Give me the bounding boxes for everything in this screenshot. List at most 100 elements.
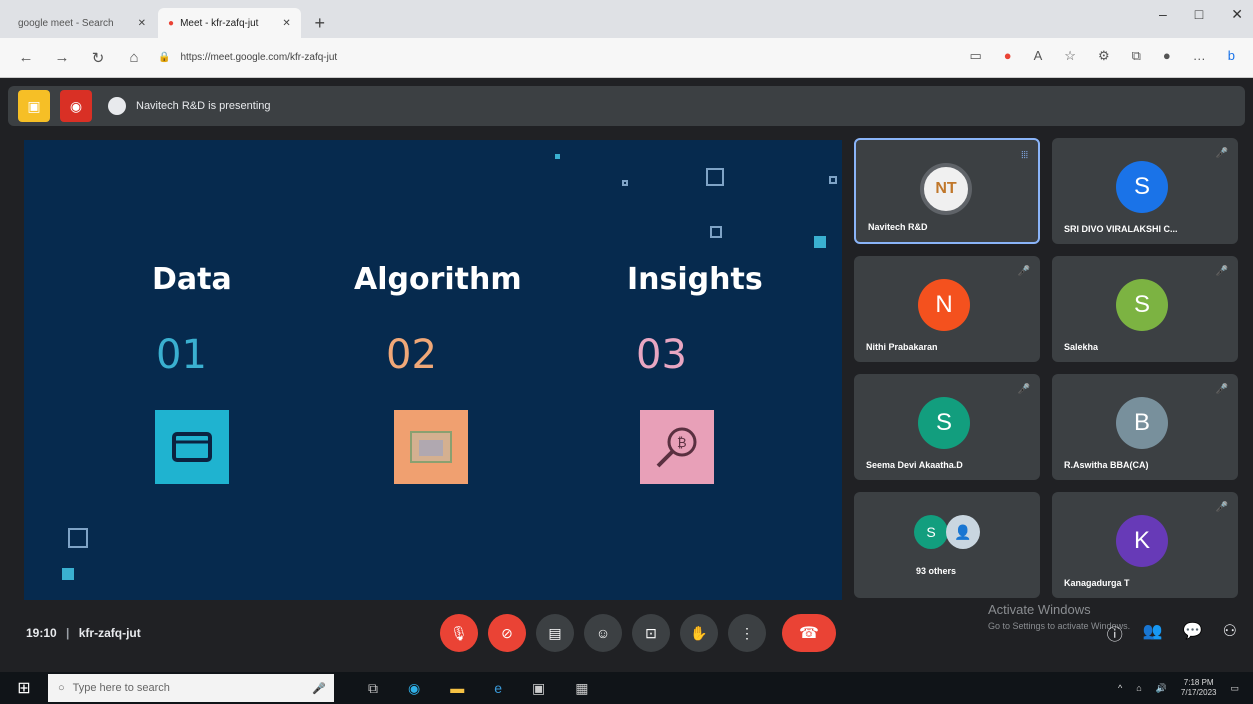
record-icon[interactable]: ● <box>1004 48 1012 64</box>
mic-off-icon: 🎤 <box>1215 266 1228 277</box>
decoration-square <box>68 528 88 548</box>
mic-off-icon: 🎤 <box>1215 502 1228 513</box>
edge-browser-icon[interactable]: ◉ <box>408 680 420 697</box>
close-icon[interactable]: ✕ <box>138 18 146 29</box>
participant-name: Seema Devi Akaatha.D <box>866 460 963 470</box>
stop-presenting-icon[interactable]: ▣ <box>18 90 50 122</box>
participant-tile[interactable]: NT ⦙⦙⦙ Navitech R&D <box>854 138 1040 244</box>
captions-button[interactable]: ▤ <box>536 614 574 652</box>
end-call-button[interactable]: ☎ <box>782 614 836 652</box>
decoration-square <box>622 180 628 186</box>
more-options-button[interactable]: ⋮ <box>728 614 766 652</box>
volume-icon[interactable]: 🔊 <box>1156 683 1167 694</box>
avatar: S <box>918 397 970 449</box>
favorite-icon[interactable]: ☆ <box>1064 48 1076 64</box>
camera-icon[interactable]: ▭ <box>969 48 981 64</box>
participant-tile[interactable]: N 🎤 Nithi Prabakaran <box>854 256 1040 362</box>
participant-name: Navitech R&D <box>868 222 928 232</box>
maximize-icon[interactable]: □ <box>1195 6 1203 23</box>
app-icon[interactable]: ▦ <box>575 680 588 697</box>
participant-tile[interactable]: S 🎤 Seema Devi Akaatha.D <box>854 374 1040 480</box>
participant-name: SRI DIVO VIRALAKSHI C... <box>1064 224 1178 234</box>
mic-off-button[interactable]: 🎙 <box>440 614 478 652</box>
participant-tile[interactable]: S 🎤 SRI DIVO VIRALAKSHI C... <box>1052 138 1238 244</box>
slide-heading-algorithm: Algorithm <box>354 262 522 297</box>
app-icon[interactable]: ▣ <box>532 680 545 697</box>
camera-off-button[interactable]: ⊘ <box>488 614 526 652</box>
windows-start-icon[interactable]: ⊞ <box>0 678 48 698</box>
shared-slide: Data Algorithm Insights 01 02 03 ₿ <box>24 140 842 600</box>
meeting-code: kfr-zafq-jut <box>78 626 141 640</box>
chat-icon[interactable]: 💬 <box>1183 621 1203 645</box>
meeting-time: 19:10 <box>26 626 57 640</box>
clock-date: 7/17/2023 <box>1180 688 1217 697</box>
speaking-indicator-icon: ⦙⦙⦙ <box>1021 150 1028 161</box>
avatar: N <box>918 279 970 331</box>
window-icon <box>155 410 229 484</box>
avatar: S <box>914 515 948 549</box>
collections-icon[interactable]: ⧉ <box>1132 48 1141 64</box>
presenter-avatar <box>108 97 126 115</box>
url-field[interactable]: https://meet.google.com/kfr-zafq-jut <box>180 52 337 63</box>
notifications-icon[interactable]: ▭ <box>1230 683 1239 694</box>
file-explorer-icon[interactable]: ▬ <box>450 680 464 697</box>
mic-off-icon: 🎤 <box>1017 384 1030 395</box>
participant-name: Kanagadurga T <box>1064 578 1130 588</box>
browser-tab-meet[interactable]: ● Meet - kfr-zafq-jut ✕ <box>158 8 301 38</box>
tray-expand-icon[interactable]: ^ <box>1118 683 1122 693</box>
network-icon[interactable]: ⌂ <box>1136 683 1141 693</box>
browser-toolbar-icons: ▭ ● A ☆ ⚙ ⧉ ● … b <box>969 48 1235 64</box>
participant-name: Nithi Prabakaran <box>866 342 938 352</box>
tab-title: google meet - Search <box>18 17 114 29</box>
refresh-icon[interactable]: ↻ <box>86 49 110 67</box>
decoration-square <box>706 168 724 186</box>
presenting-label: Navitech R&D is presenting <box>136 100 271 112</box>
windows-taskbar: ⊞ ○ Type here to search 🎤 ⧉ ◉ ▬ e ▣ ▦ ^ … <box>0 672 1253 704</box>
minimize-icon[interactable]: – <box>1159 6 1167 23</box>
participant-tile[interactable]: S 🎤 Salekha <box>1052 256 1238 362</box>
window-controls: – □ ✕ <box>1159 6 1243 23</box>
home-icon[interactable]: ⌂ <box>122 49 146 66</box>
meeting-controls-bar: 19:10 | kfr-zafq-jut 🎙 ⊘ ▤ ☺ ⊡ ✋ ⋮ ☎ ⓘ 👥… <box>8 610 1253 656</box>
info-icon[interactable]: ⓘ <box>1107 621 1123 645</box>
lock-icon: 🔒 <box>158 52 171 63</box>
forward-icon[interactable]: → <box>50 49 74 66</box>
mic-off-icon: 🎤 <box>1215 384 1228 395</box>
new-tab-button[interactable]: + <box>309 12 331 34</box>
search-placeholder: Type here to search <box>72 682 170 694</box>
participant-tile[interactable]: B 🎤 R.Aswitha BBA(CA) <box>1052 374 1238 480</box>
extensions-icon[interactable]: ⚙ <box>1098 48 1110 64</box>
activities-icon[interactable]: ⚇ <box>1223 621 1237 645</box>
back-icon[interactable]: ← <box>14 49 38 66</box>
record-button[interactable]: ◉ <box>60 90 92 122</box>
read-aloud-icon[interactable]: A <box>1034 48 1043 64</box>
profile-icon[interactable]: ● <box>1163 48 1171 64</box>
decoration-square <box>62 568 74 580</box>
people-icon[interactable]: 👥 <box>1143 621 1163 645</box>
avatar: B <box>1116 397 1168 449</box>
participant-tile[interactable]: K 🎤 Kanagadurga T <box>1052 492 1238 598</box>
search-icon: ○ <box>58 682 65 694</box>
more-icon[interactable]: … <box>1193 48 1206 64</box>
svg-text:₿: ₿ <box>677 436 687 451</box>
others-tile[interactable]: S 👤 93 others <box>854 492 1040 598</box>
emoji-icon[interactable]: ☺ <box>584 614 622 652</box>
mic-off-icon: 🎤 <box>1017 266 1030 277</box>
decoration-square <box>710 226 722 238</box>
avatar: K <box>1116 515 1168 567</box>
present-screen-button[interactable]: ⊡ <box>632 614 670 652</box>
close-window-icon[interactable]: ✕ <box>1231 6 1243 23</box>
taskbar-clock[interactable]: 7:18 PM 7/17/2023 <box>1181 678 1217 698</box>
close-icon[interactable]: ✕ <box>282 18 290 29</box>
recording-dot-icon: ● <box>168 17 175 29</box>
microphone-icon[interactable]: 🎤 <box>312 682 326 695</box>
person-photo-icon: 👤 <box>946 515 980 549</box>
task-view-icon[interactable]: ⧉ <box>368 680 378 697</box>
decoration-square <box>829 176 837 184</box>
browser-tab-search[interactable]: google meet - Search ✕ <box>8 8 156 38</box>
internet-explorer-icon[interactable]: e <box>494 680 502 697</box>
raise-hand-button[interactable]: ✋ <box>680 614 718 652</box>
taskbar-search-box[interactable]: ○ Type here to search 🎤 <box>48 674 334 702</box>
bing-icon[interactable]: b <box>1228 48 1235 64</box>
meeting-info: 19:10 | kfr-zafq-jut <box>26 626 141 640</box>
